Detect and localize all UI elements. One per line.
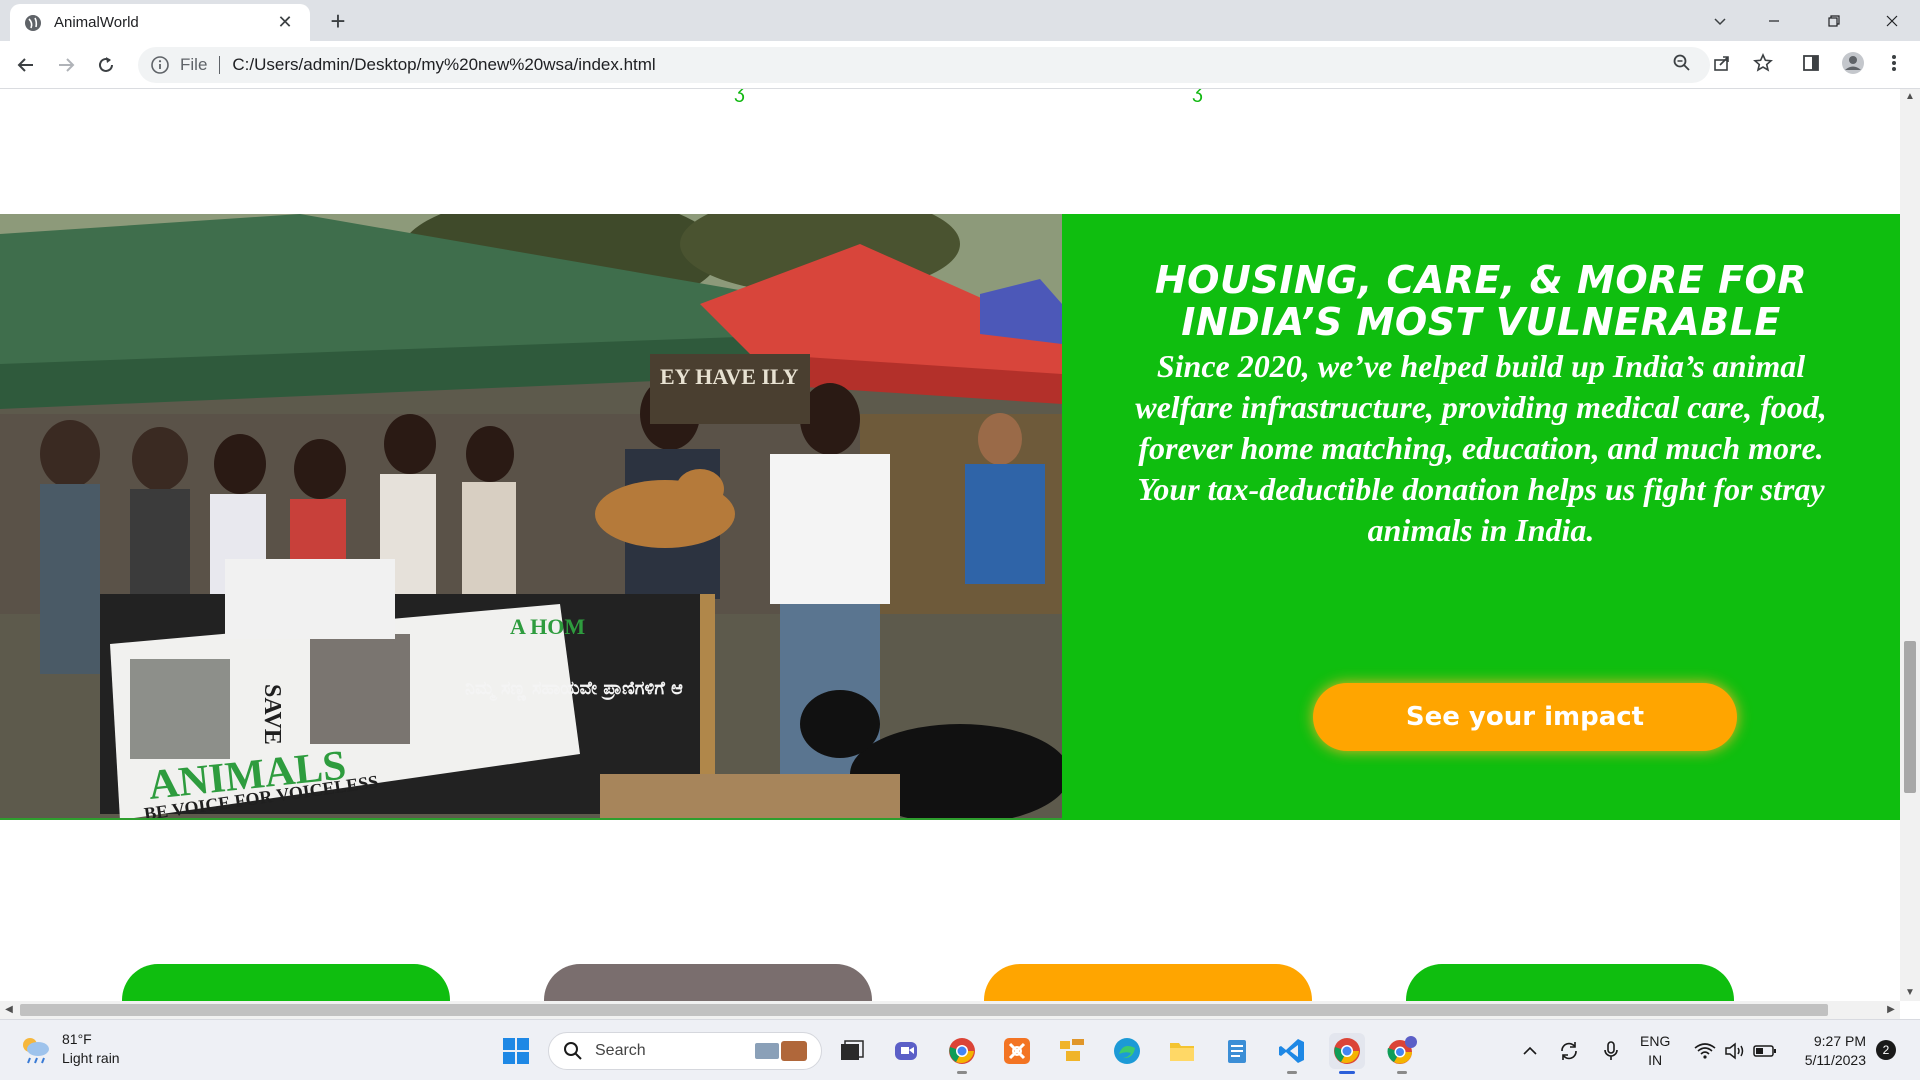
photo-banner-kannada: ನಿಮ್ಮ ಸಣ್ಣ ಸಹಾಯವೇ ಪ್ರಾಣಿಗಳಿಗೆ ಆ <box>465 678 683 701</box>
hero-section: EY HAVE ILY SAVE ANIMALS BE VOICE FOR VO… <box>0 214 1900 820</box>
hero-heading: HOUSING, CARE, & MORE FOR INDIA’S MOST V… <box>1154 258 1808 344</box>
site-info-icon[interactable] <box>150 55 170 75</box>
hero-body-text: Since 2020, we’ve helped build up India’… <box>1135 348 1827 548</box>
running-indicator <box>957 1071 967 1074</box>
scheme-label: File <box>180 55 208 74</box>
tab-animalworld[interactable]: AnimalWorld ✕ <box>10 4 310 41</box>
hero-info-panel: HOUSING, CARE, & MORE FOR INDIA’S MOST V… <box>1062 214 1900 820</box>
running-indicator <box>1397 1071 1407 1074</box>
scroll-up-arrow-icon[interactable]: ▲ <box>1900 89 1920 105</box>
app-yellow-icon[interactable] <box>1054 1033 1090 1069</box>
new-tab-button[interactable]: + <box>322 6 354 38</box>
feature-card-4[interactable] <box>1406 964 1734 1001</box>
teams-chat-icon[interactable] <box>889 1033 925 1069</box>
start-windows-icon[interactable] <box>498 1033 534 1069</box>
photo-sign-text: EY HAVE ILY <box>660 364 799 389</box>
close-window-icon[interactable] <box>1866 0 1918 41</box>
reload-icon[interactable] <box>90 49 122 81</box>
volume-icon[interactable] <box>1720 1036 1750 1066</box>
battery-icon[interactable] <box>1750 1036 1780 1066</box>
browser-tabstrip: AnimalWorld ✕ + <box>0 0 1920 41</box>
forward-icon[interactable] <box>50 49 82 81</box>
search-label: Search <box>595 1042 646 1059</box>
taskbar-search-box[interactable]: Search <box>548 1032 822 1070</box>
scroll-left-arrow-icon[interactable]: ◀ <box>0 1001 18 1019</box>
chrome-active-icon[interactable] <box>1329 1033 1365 1074</box>
see-your-impact-button[interactable]: See your impact <box>1313 683 1737 751</box>
show-hidden-icons-chevron-icon[interactable] <box>1518 1036 1542 1066</box>
search-highlight-icon <box>755 1041 807 1061</box>
vertical-scrollbar[interactable]: ▲ ▼ <box>1900 89 1920 1001</box>
wifi-icon[interactable] <box>1690 1036 1720 1066</box>
system-clock[interactable]: 9:27 PM 5/11/2023 <box>1792 1032 1866 1070</box>
file-explorer-icon[interactable] <box>1164 1033 1200 1069</box>
url-text[interactable]: C:/Users/admin/Desktop/my%20new%20wsa/in… <box>232 55 655 75</box>
photo-banner-home: A HOM <box>510 614 585 639</box>
region-code: IN <box>1648 1052 1663 1068</box>
chrome-profile-icon[interactable] <box>1384 1033 1420 1074</box>
scroll-right-arrow-icon[interactable]: ▶ <box>1882 1001 1900 1019</box>
weather-temperature: 81°F <box>62 1031 92 1047</box>
hero-photo: EY HAVE ILY SAVE ANIMALS BE VOICE FOR VO… <box>0 214 1062 820</box>
windows-taskbar: 81°F Light rain Search ENG IN 9:27 PM 5/… <box>0 1019 1920 1080</box>
back-icon[interactable] <box>10 49 42 81</box>
chrome-icon[interactable] <box>944 1033 980 1074</box>
menu-kebab-icon[interactable] <box>1880 49 1908 77</box>
task-view-icon[interactable] <box>834 1033 870 1069</box>
side-panel-icon[interactable] <box>1797 49 1825 77</box>
clock-time: 9:27 PM <box>1813 1033 1866 1049</box>
page-viewport: ʒ ʒ EY HAVE ILY SAVE ANIMALS BE VOICE FO… <box>0 89 1900 1001</box>
globe-icon <box>25 14 41 31</box>
restore-icon[interactable] <box>1808 0 1860 41</box>
horizontal-scrollbar[interactable]: ◀ ▶ <box>0 1001 1900 1019</box>
notepad-icon[interactable] <box>1219 1033 1255 1069</box>
zoom-icon[interactable] <box>1668 49 1696 77</box>
running-indicator <box>1287 1071 1297 1074</box>
scroll-down-arrow-icon[interactable]: ▼ <box>1900 985 1920 1001</box>
sync-icon[interactable] <box>1554 1036 1584 1066</box>
clipped-text-fragment: ʒ <box>1192 89 1203 103</box>
language-code: ENG <box>1640 1033 1671 1049</box>
notification-count-badge[interactable]: 2 <box>1876 1040 1896 1060</box>
omnibox-separator <box>219 56 221 74</box>
clock-date: 5/11/2023 <box>1804 1052 1866 1068</box>
language-indicator[interactable]: ENG IN <box>1640 1032 1670 1070</box>
minimize-icon[interactable] <box>1748 0 1800 41</box>
tab-title: AnimalWorld <box>54 14 139 31</box>
running-indicator <box>1339 1071 1355 1074</box>
clipped-text-fragment: ʒ <box>734 89 745 103</box>
microphone-icon[interactable] <box>1596 1036 1626 1066</box>
vscode-icon[interactable] <box>1274 1033 1310 1074</box>
horizontal-scroll-thumb[interactable] <box>20 1004 1828 1016</box>
weather-description: Light rain <box>62 1050 120 1066</box>
vertical-scroll-thumb[interactable] <box>1904 641 1916 793</box>
bookmark-star-icon[interactable] <box>1749 49 1777 77</box>
edge-icon[interactable] <box>1109 1033 1145 1069</box>
photo-banner-save: SAVE <box>259 684 285 745</box>
share-icon[interactable] <box>1708 49 1736 77</box>
xampp-icon[interactable] <box>999 1033 1035 1069</box>
weather-rain-icon <box>23 1038 49 1064</box>
weather-widget[interactable]: 81°F Light rain <box>18 1030 120 1068</box>
close-tab-icon[interactable]: ✕ <box>274 12 296 33</box>
feature-card-2[interactable] <box>544 964 872 1001</box>
tab-search-icon[interactable] <box>1694 0 1746 41</box>
search-icon <box>564 1042 582 1060</box>
feature-card-1[interactable] <box>122 964 450 1001</box>
address-bar[interactable]: File C:/Users/admin/Desktop/my%20new%20w… <box>138 47 1710 83</box>
feature-card-3[interactable] <box>984 964 1312 1001</box>
browser-toolbar: File C:/Users/admin/Desktop/my%20new%20w… <box>0 41 1920 89</box>
profile-avatar-icon[interactable] <box>1839 49 1867 77</box>
